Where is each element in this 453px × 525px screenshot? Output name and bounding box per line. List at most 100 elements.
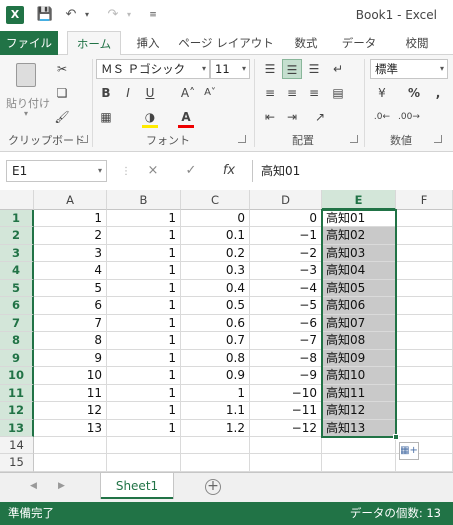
tab-data[interactable]: データ — [336, 31, 382, 55]
save-icon[interactable]: 💾 — [36, 6, 54, 24]
cell-d1[interactable]: 0 — [250, 210, 322, 228]
cell-c4[interactable]: 0.3 — [181, 262, 250, 280]
cell-c10[interactable]: 0.9 — [181, 367, 250, 385]
cell-e4[interactable]: 高知04 — [322, 262, 396, 280]
align-top-icon[interactable]: ☰ — [260, 59, 280, 79]
cell-b11[interactable]: 1 — [107, 384, 181, 403]
cell-f1[interactable] — [396, 210, 453, 228]
column-header-f[interactable]: F — [396, 190, 453, 210]
tab-review[interactable]: 校閲 — [392, 31, 442, 55]
row-header[interactable]: 1 — [0, 210, 34, 228]
paste-button[interactable]: 貼り付け ▾ — [6, 59, 50, 119]
cell-b3[interactable]: 1 — [107, 244, 181, 263]
increase-decimal-icon[interactable]: .0← — [372, 107, 392, 127]
font-family-select[interactable]: ＭＳ Ｐゴシック ▾ — [96, 59, 210, 79]
cell-d5[interactable]: −4 — [250, 279, 322, 298]
cell-c13[interactable]: 1.2 — [181, 419, 250, 437]
redo-dropdown-icon[interactable]: ▾ — [120, 6, 138, 24]
cell-a6[interactable]: 6 — [34, 297, 107, 315]
cell-e14[interactable] — [322, 436, 396, 455]
cell-e13[interactable]: 高知13 — [322, 419, 396, 437]
cell-c1[interactable]: 0 — [181, 210, 250, 228]
fill-color-icon[interactable]: ◑ — [140, 107, 160, 127]
column-header-c[interactable]: C — [181, 190, 250, 210]
decrease-font-icon[interactable]: A˅ — [200, 83, 220, 103]
cell-d4[interactable]: −3 — [250, 262, 322, 280]
cell-b14[interactable] — [107, 436, 181, 455]
row-header[interactable]: 2 — [0, 227, 34, 245]
fill-handle[interactable] — [393, 433, 399, 440]
row-header[interactable]: 9 — [0, 349, 34, 368]
tab-insert[interactable]: 挿入 — [130, 31, 166, 55]
tab-page-layout[interactable]: ページ レイアウト — [176, 31, 276, 55]
tab-formulas[interactable]: 数式 — [286, 31, 326, 55]
cell-c8[interactable]: 0.7 — [181, 332, 250, 350]
cell-d12[interactable]: −11 — [250, 402, 322, 420]
cell-a14[interactable] — [34, 436, 107, 455]
column-header-a[interactable]: A — [34, 190, 107, 210]
cell-e12[interactable]: 高知12 — [322, 402, 396, 420]
sheet-tab-sheet1[interactable]: Sheet1 — [101, 473, 173, 499]
cell-a12[interactable]: 12 — [34, 402, 107, 420]
increase-font-icon[interactable]: A˄ — [178, 83, 198, 103]
cell-f12[interactable] — [396, 402, 453, 420]
cell-e15[interactable] — [322, 454, 396, 472]
row-header[interactable]: 11 — [0, 384, 34, 403]
row-header[interactable]: 6 — [0, 297, 34, 315]
column-header-b[interactable]: B — [107, 190, 181, 210]
clipboard-launcher-icon[interactable] — [80, 135, 88, 143]
cell-e3[interactable]: 高知03 — [322, 244, 396, 263]
cell-a2[interactable]: 2 — [34, 227, 107, 245]
align-left-icon[interactable]: ≡ — [260, 83, 280, 103]
comma-button[interactable]: , — [428, 83, 448, 103]
cell-c2[interactable]: 0.1 — [181, 227, 250, 245]
borders-icon[interactable]: ▦ — [96, 107, 116, 127]
cell-b13[interactable]: 1 — [107, 419, 181, 437]
font-color-icon[interactable]: A — [176, 107, 196, 127]
customize-icon[interactable]: ≡ — [144, 6, 162, 24]
cell-e10[interactable]: 高知10 — [322, 367, 396, 385]
cell-a5[interactable]: 5 — [34, 279, 107, 298]
row-header[interactable]: 13 — [0, 419, 34, 437]
cell-e2[interactable]: 高知02 — [322, 227, 396, 245]
cell-e1[interactable]: 高知01 — [322, 210, 396, 228]
row-header[interactable]: 14 — [0, 436, 34, 455]
cell-b4[interactable]: 1 — [107, 262, 181, 280]
cell-f8[interactable] — [396, 332, 453, 350]
cell-c6[interactable]: 0.5 — [181, 297, 250, 315]
cell-c14[interactable] — [181, 436, 250, 455]
cell-a13[interactable]: 13 — [34, 419, 107, 437]
row-header[interactable]: 15 — [0, 454, 34, 472]
cut-icon[interactable]: ✂ — [52, 59, 72, 79]
cell-d15[interactable] — [250, 454, 322, 472]
cell-a8[interactable]: 8 — [34, 332, 107, 350]
cell-f4[interactable] — [396, 262, 453, 280]
cell-d14[interactable] — [250, 436, 322, 455]
cell-c15[interactable] — [181, 454, 250, 472]
format-painter-icon[interactable]: 🖌 — [52, 107, 72, 127]
orientation-icon[interactable]: ↗ — [310, 107, 330, 127]
prev-sheet-icon[interactable]: ◀ — [30, 481, 37, 491]
cell-b12[interactable]: 1 — [107, 402, 181, 420]
cell-d6[interactable]: −5 — [250, 297, 322, 315]
decrease-indent-icon[interactable]: ⇤ — [260, 107, 280, 127]
cell-d13[interactable]: −12 — [250, 419, 322, 437]
underline-button[interactable]: U — [140, 83, 160, 103]
merge-cells-icon[interactable]: ▤ — [328, 83, 348, 103]
cancel-formula-button[interactable]: × — [138, 160, 168, 182]
cell-f7[interactable] — [396, 314, 453, 333]
cell-d3[interactable]: −2 — [250, 244, 322, 263]
percent-button[interactable]: % — [404, 83, 424, 103]
font-size-select[interactable]: 11 ▾ — [210, 59, 250, 79]
column-header-d[interactable]: D — [250, 190, 322, 210]
cell-d11[interactable]: −10 — [250, 384, 322, 403]
italic-button[interactable]: I — [118, 83, 138, 103]
cell-e7[interactable]: 高知07 — [322, 314, 396, 333]
cell-b10[interactable]: 1 — [107, 367, 181, 385]
cell-a1[interactable]: 1 — [34, 210, 107, 228]
align-middle-icon[interactable]: ☰ — [282, 59, 302, 79]
cell-b5[interactable]: 1 — [107, 279, 181, 298]
cell-f5[interactable] — [396, 279, 453, 298]
decrease-decimal-icon[interactable]: .00→ — [398, 107, 420, 127]
copy-icon[interactable]: ❏ — [52, 83, 72, 103]
